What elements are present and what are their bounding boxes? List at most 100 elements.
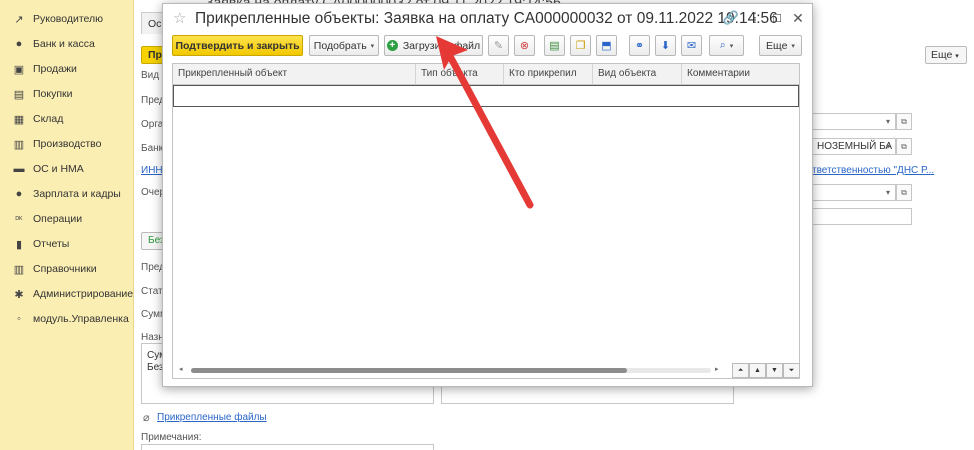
- delete-icon[interactable]: ⊗: [514, 35, 535, 56]
- sidebar-item-production[interactable]: ▥ Производство: [0, 133, 134, 155]
- operations-icon: ᴰᴷ: [15, 214, 23, 224]
- download-icon[interactable]: ⬇: [655, 35, 676, 56]
- sidebar-item-salary[interactable]: ● Зарплата и кадры: [0, 183, 134, 205]
- scroll-right-icon[interactable]: ▸: [715, 365, 719, 373]
- factory-icon: ▥: [13, 138, 25, 151]
- sidebar-item-label: Отчеты: [33, 238, 70, 250]
- gear-icon: ✱: [14, 288, 24, 301]
- bg-label-org: Орга: [141, 119, 164, 130]
- scroll-thumb[interactable]: [191, 368, 627, 373]
- coin-icon: ●: [15, 38, 23, 50]
- sidebar-item-warehouse[interactable]: ▦ Склад: [0, 108, 134, 130]
- plus-icon: +: [386, 40, 398, 51]
- bg-label-status: Стат: [141, 286, 163, 297]
- dialog-toolbar: Подтвердить и закрыть Подобрать ▾ + Загруз…: [163, 35, 812, 59]
- column-object-type[interactable]: Тип объекта: [416, 64, 504, 85]
- cart-icon: ▤: [13, 88, 25, 101]
- chevron-down-icon[interactable]: ▾: [882, 184, 894, 201]
- sidebar-item-label: ОС и НМА: [33, 163, 84, 175]
- background-more-button[interactable]: Еще ▾: [925, 46, 967, 64]
- scan-icon[interactable]: ⬒: [596, 35, 617, 56]
- open-icon[interactable]: ⧉: [896, 113, 912, 130]
- dialog-header: ☆ Прикрепленные объекты: Заявка на оплат…: [163, 4, 812, 34]
- sidebar: ↗ Руководителю ● Банк и касса ▣ Продажи ▤ По…: [0, 0, 134, 450]
- column-attached-by[interactable]: Кто прикрепил: [504, 64, 593, 85]
- sidebar-item-label: Операции: [33, 213, 83, 225]
- sidebar-item-admin[interactable]: ✱ Администрирование: [0, 283, 134, 305]
- more-vertical-icon[interactable]: ⋮: [747, 10, 763, 26]
- search-dropdown-button[interactable]: ⌕ ▾: [709, 35, 744, 56]
- sidebar-item-label: Производство: [33, 138, 102, 150]
- sidebar-item-label: Продажи: [33, 63, 77, 75]
- upload-label: Загрузить файл: [402, 39, 481, 52]
- select-button[interactable]: Подобрать ▾: [309, 35, 379, 56]
- sidebar-item-label: Склад: [33, 113, 64, 125]
- sidebar-item-rukovoditelyu[interactable]: ↗ Руководителю: [0, 8, 134, 30]
- bar-chart-icon: ▮: [15, 238, 23, 251]
- sidebar-item-label: Покупки: [33, 88, 73, 100]
- go-first-icon[interactable]: ⏶: [732, 363, 749, 378]
- sidebar-item-label: Банк и касса: [33, 38, 95, 50]
- sidebar-item-references[interactable]: ▥ Справочники: [0, 258, 134, 280]
- books-icon: ▥: [13, 263, 25, 276]
- go-up-icon[interactable]: ▲: [749, 363, 766, 378]
- edit-document-icon[interactable]: ▤: [544, 35, 565, 56]
- table-row[interactable]: [173, 85, 799, 107]
- column-object-kind[interactable]: Вид объекта: [593, 64, 682, 85]
- link-object-icon[interactable]: ⚭: [629, 35, 650, 56]
- sidebar-item-label: Руководителю: [33, 13, 104, 25]
- column-comments[interactable]: Комментарии: [682, 64, 799, 85]
- attached-objects-table: Прикрепленный объект Тип объекта Кто при…: [172, 63, 800, 379]
- sidebar-item-bank[interactable]: ● Банк и касса: [0, 33, 134, 55]
- warehouse-icon: ▦: [13, 113, 25, 126]
- chevron-down-icon: ▾: [791, 42, 795, 50]
- table-header: Прикрепленный объект Тип объекта Кто при…: [173, 64, 799, 85]
- dialog-title: Прикрепленные объекты: Заявка на оплату …: [195, 10, 778, 27]
- star-icon[interactable]: ☆: [173, 9, 186, 27]
- paperclip-icon: ⌀: [143, 412, 150, 424]
- maximize-icon[interactable]: ☐: [769, 10, 785, 26]
- sidebar-item-label: модуль.Управленка: [33, 313, 129, 325]
- queue-extra-field[interactable]: [812, 208, 912, 225]
- notes-field[interactable]: [141, 444, 434, 450]
- inn-link[interactable]: ИНН: [141, 165, 163, 176]
- attached-objects-dialog: ☆ Прикрепленные объекты: Заявка на оплат…: [162, 3, 813, 387]
- go-down-icon[interactable]: ▼: [766, 363, 783, 378]
- edit-icon[interactable]: ✎: [488, 35, 509, 56]
- responsibility-link[interactable]: тветственностью "ДНС Р...: [812, 165, 934, 176]
- bag-icon: ▣: [13, 63, 25, 76]
- scroll-left-icon[interactable]: ◂: [179, 365, 183, 373]
- go-last-icon[interactable]: ⏷: [783, 363, 800, 378]
- sidebar-item-purchases[interactable]: ▤ Покупки: [0, 83, 134, 105]
- select-label: Подобрать: [313, 39, 367, 52]
- attached-files-link[interactable]: Прикрепленные файлы: [157, 412, 267, 423]
- bg-label-bank: Банк: [141, 143, 164, 154]
- open-icon[interactable]: ⧉: [896, 184, 912, 201]
- chevron-down-icon: ▾: [729, 42, 734, 50]
- bg-label-purpose: Назн: [141, 332, 164, 343]
- sidebar-item-reports[interactable]: ▮ Отчеты: [0, 233, 134, 255]
- copy-document-icon[interactable]: ❐: [570, 35, 591, 56]
- chevron-down-icon[interactable]: ▾: [882, 138, 894, 155]
- more-label: Еще: [766, 39, 788, 52]
- upload-file-button[interactable]: + Загрузить файл: [384, 35, 483, 56]
- sidebar-item-operations[interactable]: ᴰᴷ Операции: [0, 208, 134, 230]
- car-icon: ▬: [13, 163, 25, 175]
- trend-icon: ↗: [14, 13, 24, 26]
- sidebar-item-sales[interactable]: ▣ Продажи: [0, 58, 134, 80]
- more-button[interactable]: Еще ▾: [759, 35, 802, 56]
- link-icon[interactable]: 🔗: [723, 10, 739, 26]
- confirm-close-button[interactable]: Подтвердить и закрыть: [172, 35, 303, 56]
- column-attached-object[interactable]: Прикрепленный объект: [173, 64, 416, 85]
- module-icon: ◦: [17, 313, 21, 325]
- send-icon[interactable]: ✉: [681, 35, 702, 56]
- chevron-down-icon[interactable]: ▾: [882, 113, 894, 130]
- close-icon[interactable]: ✕: [790, 10, 806, 26]
- sidebar-item-os-nma[interactable]: ▬ ОС и НМА: [0, 158, 134, 180]
- horizontal-scrollbar[interactable]: ◂ ▸: [179, 365, 724, 373]
- sidebar-item-module[interactable]: ◦ модуль.Управленка: [0, 308, 134, 330]
- open-icon[interactable]: ⧉: [896, 138, 912, 155]
- more-label: Еще: [931, 49, 953, 61]
- search-icon: ⌕: [719, 39, 726, 51]
- chevron-down-icon: ▾: [955, 53, 959, 60]
